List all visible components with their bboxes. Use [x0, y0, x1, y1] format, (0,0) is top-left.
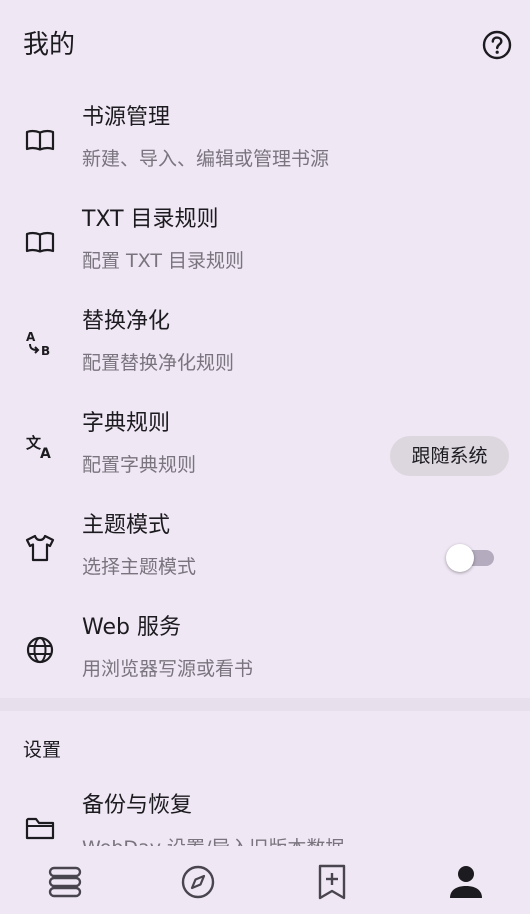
bookshelf-icon[interactable] [45, 862, 85, 902]
menu-item-label: 备份与恢复 [82, 793, 193, 818]
menu-item-replace-rule[interactable]: A B 替换净化 配置替换净化规则 [0, 294, 530, 396]
theme-mode-chip[interactable]: 跟随系统 [390, 436, 509, 476]
replace-ab-icon: A B [24, 328, 56, 360]
menu-item-backup-restore[interactable]: 备份与恢复 WebDav 设置/导入旧版本数据 [0, 790, 530, 846]
menu-item-label: 字典规则 [82, 411, 171, 436]
svg-text:B: B [41, 344, 50, 358]
person-icon[interactable] [446, 862, 486, 902]
svg-text:A: A [26, 330, 36, 344]
menu-item-txt-toc-rule[interactable]: TXT 目录规则 配置 TXT 目录规则 [0, 192, 530, 294]
menu-item-label: TXT 目录规则 [82, 207, 219, 232]
section-divider [0, 698, 530, 711]
menu-item-description: 新建、导入、编辑或管理书源 [82, 148, 330, 170]
folder-icon [24, 812, 56, 844]
compass-icon[interactable] [178, 862, 218, 902]
menu-item-web-service[interactable]: Web 服务 用浏览器写源或看书 [0, 600, 530, 702]
page-title: 我的 [23, 30, 76, 60]
help-circle-icon[interactable] [481, 29, 513, 61]
settings-section-title: 设置 [23, 739, 62, 761]
shirt-icon [24, 532, 56, 564]
app-root: 我的 书源管理 新建、导入、编辑或管理书源 TXT 目录规则 配置 TXT 目录… [0, 0, 530, 914]
menu-item-label: Web 服务 [82, 615, 181, 640]
bookmark-add-icon[interactable] [312, 862, 352, 902]
globe-icon [24, 634, 56, 666]
menu-item-description: 配置替换净化规则 [82, 352, 235, 374]
menu-item-description: WebDav 设置/导入旧版本数据 [82, 834, 344, 846]
menu-item-description: 配置字典规则 [82, 454, 197, 476]
menu-item-description: 配置 TXT 目录规则 [82, 250, 244, 272]
menu-item-label: 替换净化 [82, 309, 171, 334]
menu-item-description: 选择主题模式 [82, 556, 197, 578]
book-open-icon [24, 226, 56, 258]
translate-icon: 文 A [24, 430, 56, 462]
top-app-bar: 我的 [0, 0, 530, 90]
menu-item-description: 用浏览器写源或看书 [82, 658, 254, 680]
bottom-navigation-bar [0, 846, 530, 914]
menu-item-book-source[interactable]: 书源管理 新建、导入、编辑或管理书源 [0, 90, 530, 192]
svg-text:A: A [40, 446, 51, 462]
web-service-switch[interactable] [446, 542, 494, 572]
book-open-icon [24, 124, 56, 156]
switch-thumb [446, 544, 474, 572]
menu-item-label: 主题模式 [82, 513, 171, 538]
menu-item-label: 书源管理 [82, 105, 171, 130]
my-menu-list: 书源管理 新建、导入、编辑或管理书源 TXT 目录规则 配置 TXT 目录规则 … [0, 90, 530, 702]
